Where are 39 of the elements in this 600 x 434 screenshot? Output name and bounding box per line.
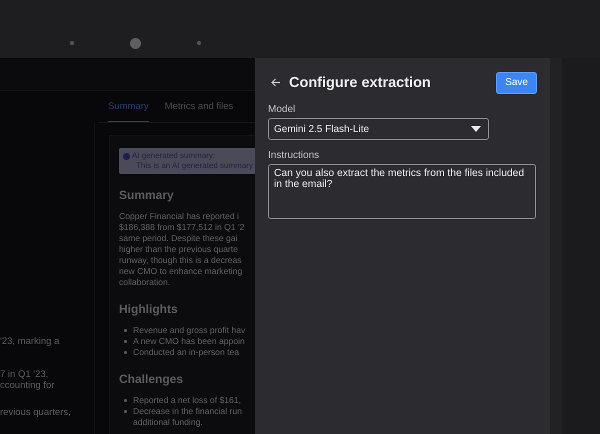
bullet-icon [124,410,127,413]
list-item-text: Conducted an in-person tea [133,347,240,358]
list-item-text: Revenue and gross profit hav [133,325,246,336]
section-heading: Highlights [119,302,179,316]
text-line: same period. Despite these gai [119,233,238,244]
list-item-text: Decrease in the financial run [133,406,242,417]
text-line: $186,388 from $177,512 in Q1 '2 [119,222,246,233]
sensor-icon [197,41,201,45]
field-label: Instructions [268,150,320,161]
text-line: Copper Financial has reported i [119,211,240,222]
back-arrow-icon[interactable] [271,78,281,87]
sensor-icon [70,41,74,45]
text-line: 7 in Q1 '23, [0,369,50,380]
tab[interactable]: Summary [108,92,149,122]
list-item-text: A new CMO has been appoin [133,336,245,347]
tab[interactable]: Metrics and files [164,92,234,122]
text-line: '23, marking a [0,336,60,347]
bullet-icon [124,329,127,332]
text-line: higher than the previous quarte [119,244,239,255]
text-line: revious quarters, [0,407,72,418]
camera-icon [130,38,141,48]
section-heading: Challenges [119,372,184,386]
bullet-icon [124,340,127,343]
field-label: Model [268,104,296,115]
text-line: collaboration. [119,277,172,288]
panel-title: Configure extraction [289,74,432,90]
info-icon [123,152,130,160]
list-item-text: Reported a net loss of $161, [133,395,241,406]
section-heading: Summary [119,188,175,202]
save-button[interactable]: Save [496,72,537,94]
caret-icon [471,126,481,132]
text-line: runway, though this is a decreas [119,255,243,266]
text-line: ccounting for [0,380,56,391]
instructions-field[interactable]: Can you also extract the metrics from the files included in the email? [268,164,536,219]
bullet-icon [124,399,127,402]
bullet-icon [124,351,127,354]
model-dropdown[interactable]: Gemini 2.5 Flash-Lite [268,118,489,140]
text-line: new CMO to enhance marketing [119,266,244,277]
list-item-text: additional funding. [133,417,204,428]
